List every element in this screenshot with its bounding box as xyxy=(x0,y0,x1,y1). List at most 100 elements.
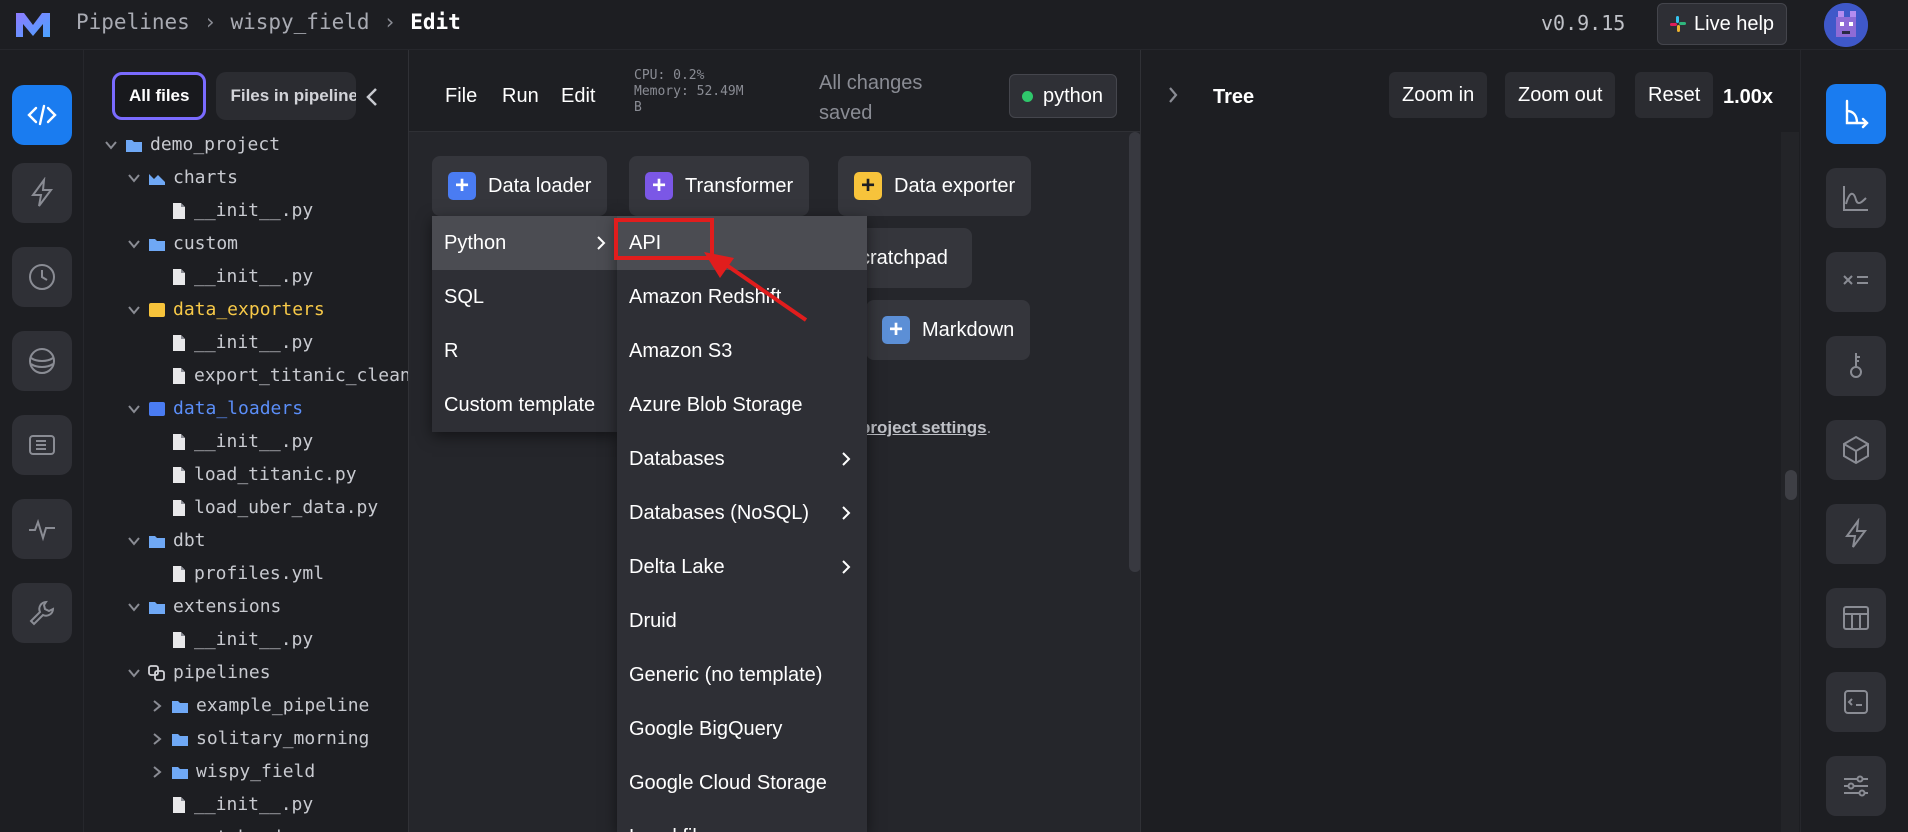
zoom-in-button[interactable]: Zoom in xyxy=(1389,72,1488,118)
menu-item-label: Custom template xyxy=(444,393,596,416)
add-transformer-button[interactable]: + Transformer xyxy=(629,156,810,216)
chevron-down-icon[interactable] xyxy=(127,534,141,548)
menu-item-python[interactable]: Python xyxy=(432,216,618,270)
add-data-exporter-button[interactable]: + Data exporter xyxy=(838,156,1032,216)
code-editor-icon[interactable] xyxy=(12,85,72,145)
breadcrumb-pipeline[interactable]: wispy_field xyxy=(230,10,369,34)
version-label: v0.9.15 xyxy=(1541,11,1626,35)
tree-file-item[interactable]: __init__.py xyxy=(150,266,313,287)
chevron-down-icon[interactable] xyxy=(127,303,141,317)
top-bar: Pipelines › wispy_field › Edit v0.9.15 L… xyxy=(0,0,1908,50)
tree-file-item[interactable]: load_titanic.py xyxy=(150,464,357,485)
table-icon[interactable] xyxy=(1826,588,1886,648)
block-cube-icon[interactable] xyxy=(1826,420,1886,480)
chevron-down-icon[interactable] xyxy=(127,600,141,614)
triggers-bolt-icon[interactable] xyxy=(12,163,72,223)
python-menu-item[interactable]: Azure Blob Storage xyxy=(617,378,867,432)
tree-folder-item[interactable]: data_exporters xyxy=(127,299,325,320)
chevron-down-icon[interactable] xyxy=(104,138,118,152)
tree-file-item[interactable]: __init__.py xyxy=(150,200,313,221)
collapse-panel-chevron-icon[interactable] xyxy=(364,86,380,108)
chevron-down-icon[interactable] xyxy=(127,171,141,185)
zoom-out-button[interactable]: Zoom out xyxy=(1505,72,1616,118)
menu-item-r[interactable]: R xyxy=(432,324,618,378)
python-menu-item[interactable]: Databases (NoSQL) xyxy=(617,486,867,540)
kernel-status-button[interactable]: python xyxy=(1009,74,1117,118)
variables-icon[interactable] xyxy=(1826,252,1886,312)
tree-folder-item[interactable]: scratchpads xyxy=(127,827,292,832)
python-menu-item[interactable]: Local file xyxy=(617,810,867,832)
menu-item-label: Delta Lake xyxy=(629,555,725,578)
tree-folder-item[interactable]: data_loaders xyxy=(127,398,303,419)
tree-file-item[interactable]: __init__.py xyxy=(150,332,313,353)
chevron-right-icon[interactable] xyxy=(150,699,164,713)
tree-folder-item[interactable]: custom xyxy=(127,233,238,254)
tree-file-item[interactable]: load_uber_data.py xyxy=(150,497,378,518)
python-menu-item[interactable]: Generic (no template) xyxy=(617,648,867,702)
reset-zoom-button[interactable]: Reset xyxy=(1635,72,1714,118)
runs-clock-icon[interactable] xyxy=(12,247,72,307)
tree-folder-item[interactable]: charts xyxy=(127,167,238,188)
tree-item-label: __init__.py xyxy=(194,332,314,353)
tree-folder-item[interactable]: demo_project xyxy=(104,134,280,155)
python-menu-item[interactable]: Google Cloud Storage xyxy=(617,756,867,810)
chevron-right-icon[interactable] xyxy=(150,732,164,746)
python-menu-item[interactable]: Google BigQuery xyxy=(617,702,867,756)
tree-folder-item[interactable]: example_pipeline xyxy=(150,695,369,716)
live-help-label: Live help xyxy=(1694,12,1775,35)
bolt-icon[interactable] xyxy=(1826,504,1886,564)
add-data-loader-button[interactable]: + Data loader xyxy=(432,156,608,216)
python-menu-item[interactable]: Databases xyxy=(617,432,867,486)
tree-file-item[interactable]: __init__.py xyxy=(150,629,313,650)
tree-item-label: solitary_morning xyxy=(196,728,370,749)
python-menu-item[interactable]: Amazon S3 xyxy=(617,324,867,378)
tab-all-files[interactable]: All files xyxy=(112,72,207,120)
chevron-right-icon[interactable] xyxy=(150,765,164,779)
charts-icon[interactable] xyxy=(1826,168,1886,228)
python-menu-item[interactable]: Druid xyxy=(617,594,867,648)
settings-sliders-icon[interactable] xyxy=(1826,756,1886,816)
tree-folder-item[interactable]: pipelines xyxy=(127,662,271,683)
menu-item-label: R xyxy=(444,339,459,362)
tree-folder-item[interactable]: extensions xyxy=(127,596,281,617)
tree-folder-item[interactable]: dbt xyxy=(127,530,206,551)
breadcrumb-pipelines[interactable]: Pipelines xyxy=(76,10,190,34)
chevron-down-icon[interactable] xyxy=(127,402,141,416)
menu-item-sql[interactable]: SQL xyxy=(432,270,618,324)
user-avatar[interactable] xyxy=(1824,3,1868,47)
secrets-key-icon[interactable] xyxy=(1826,336,1886,396)
tree-panel-scroll-thumb[interactable] xyxy=(1785,470,1797,500)
tree-item-label: data_loaders xyxy=(173,398,304,419)
chevron-down-icon[interactable] xyxy=(127,666,141,680)
backfills-globe-icon[interactable] xyxy=(12,331,72,391)
chevron-down-icon[interactable] xyxy=(127,237,141,251)
logs-server-icon[interactable] xyxy=(12,415,72,475)
tree-file-item[interactable]: __init__.py xyxy=(150,794,313,815)
tree-item-label: example_pipeline xyxy=(196,695,370,716)
menu-file[interactable]: File xyxy=(445,85,477,108)
add-markdown-button[interactable]: + Markdown xyxy=(866,300,1031,360)
menu-run[interactable]: Run xyxy=(502,85,539,108)
tree-file-item[interactable]: export_titanic_clean xyxy=(150,365,408,386)
tree-folder-item[interactable]: wispy_field xyxy=(150,761,315,782)
menu-item-label: Amazon S3 xyxy=(629,339,733,362)
tree-file-item[interactable]: __init__.py xyxy=(150,431,313,452)
mage-logo-icon[interactable] xyxy=(14,9,52,39)
tree-item-label: charts xyxy=(173,167,239,188)
menu-item-custom-template[interactable]: Custom template xyxy=(432,378,618,432)
file-icon xyxy=(173,631,185,648)
terminal-icon[interactable] xyxy=(1826,672,1886,732)
tree-folder-item[interactable]: solitary_morning xyxy=(150,728,369,749)
expand-chevron-icon[interactable] xyxy=(1167,86,1179,104)
tree-item-label: demo_project xyxy=(150,134,281,155)
monitor-pulse-icon[interactable] xyxy=(12,499,72,559)
tab-files-in-pipeline[interactable]: Files in pipeline xyxy=(216,72,357,120)
python-menu-item[interactable]: Delta Lake xyxy=(617,540,867,594)
tree-view-icon[interactable] xyxy=(1826,84,1886,144)
menu-edit[interactable]: Edit xyxy=(561,85,595,108)
tree-file-item[interactable]: profiles.yml xyxy=(150,563,324,584)
live-help-button[interactable]: Live help xyxy=(1657,3,1787,45)
editor-menubar: File Run Edit CPU: 0.2% Memory: 52.49M B… xyxy=(409,50,1141,132)
project-settings-link[interactable]: project settings xyxy=(860,418,987,437)
settings-wrench-icon[interactable] xyxy=(12,583,72,643)
